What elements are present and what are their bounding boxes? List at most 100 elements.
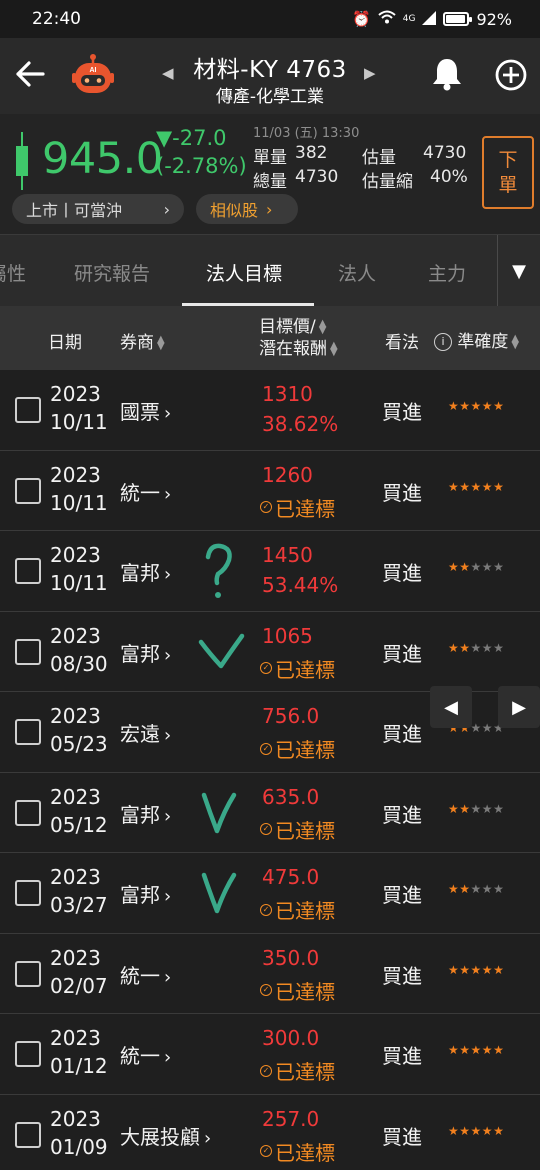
table-row[interactable]: 2023 10/11 富邦 › 1450 53.44% 買進 ★★★★★ [0,531,540,612]
add-watchlist-button[interactable] [494,58,528,92]
star-icon: ★ [448,801,460,816]
star-icon: ★ [448,1123,460,1138]
table-row[interactable]: 2023 10/11 統一 › 1260 ✓ 已達標 買進 ★★★★★ [0,450,540,531]
row-target-price: 1260 [262,462,313,487]
price-change-percent: (-2.78%) [156,154,247,178]
star-icon: ★ [481,801,494,816]
tab-institutional[interactable]: 法人 [338,259,376,286]
tab-institutional-targets[interactable]: 法人目標 [206,259,282,286]
robot-ai-label: AI [90,67,97,74]
col-broker-sort[interactable]: 券商 ▲ ▼ [120,328,165,353]
row-checkbox[interactable] [15,799,41,826]
table-row[interactable]: 2023 01/09 大展投顧 › 257.0 ✓ 已達標 買進 ★★★★★ [0,1094,540,1170]
row-achieved-badge: ✓ 已達標 [260,654,335,683]
star-icon: ★ [470,1043,482,1057]
sort-icon: ▲ ▼ [318,318,327,336]
more-tabs-button[interactable]: ▼ [497,235,540,307]
row-accuracy-stars: ★★★★★ [448,882,504,896]
market-type-chip[interactable]: 上市丨可當沖 › [12,194,184,224]
similar-stocks-chip[interactable]: 相似股 › [196,194,298,224]
star-icon: ★ [470,962,482,977]
handwritten-check-mark [196,787,240,843]
alert-button[interactable] [430,56,464,92]
back-button[interactable] [12,56,48,92]
row-broker-link[interactable]: 富邦 › [120,799,171,828]
row-broker-link[interactable]: 富邦 › [120,638,171,667]
row-broker-link[interactable]: 宏遠 › [120,718,171,747]
single-volume-value: 382 [295,143,328,163]
star-icon: ★ [481,1043,494,1057]
triangle-left-icon: ◀ [444,696,458,718]
check-circle-icon: ✓ [260,903,272,916]
row-year: 2023 [50,543,101,567]
row-date: 08/30 [50,651,108,676]
row-checkbox[interactable] [15,719,41,745]
row-broker-link[interactable]: 富邦 › [120,557,171,586]
market-type-label: 上市丨可當沖 [26,201,123,220]
col-date: 日期 [48,333,82,353]
total-volume-label: 總量 [253,172,287,192]
star-icon: ★ [493,1123,505,1138]
col-view: 看法 [385,333,419,353]
table-row[interactable]: 2023 01/12 統一 › 300.0 ✓ 已達標 買進 ★★★★★ [0,1014,540,1095]
tab-main-force[interactable]: 主力 [428,259,466,286]
info-icon[interactable]: i [434,333,452,351]
col-accuracy-sort[interactable]: i 準確度 ▲ ▼ [434,327,519,352]
scroll-right-button[interactable]: ▶ [498,686,540,728]
star-icon: ★ [470,882,482,896]
star-icon: ★ [493,560,505,574]
row-view: 買進 [382,883,422,907]
row-checkbox[interactable] [15,960,41,987]
quote-panel: 945.0 ▼-27.0 (-2.78%) 11/03 (五) 13:30 單量… [0,114,540,234]
scroll-left-button[interactable]: ◀ [430,686,472,728]
check-circle-icon: ✓ [260,662,272,674]
estimated-volume-label: 估量 [362,148,396,168]
table-row[interactable]: 2023 02/07 統一 › 350.0 ✓ 已達標 買進 ★★★★★ [0,933,540,1014]
battery-icon [443,12,473,26]
single-volume-label: 單量 [253,148,287,168]
row-broker-link[interactable]: 統一 › [120,1040,171,1069]
row-broker: 宏遠 [120,722,160,746]
row-date: 10/11 [50,571,108,595]
row-year: 2023 [50,1026,101,1050]
table-row[interactable]: 2023 08/30 富邦 › 1065 ✓ 已達標 買進 ★★★★★ [0,611,540,692]
col-target-sort[interactable]: 目標價/▲ ▼ 潛在報酬 ▲ ▼ [259,316,338,360]
robot-icon: AI [72,54,114,93]
row-achieved-label: 已達標 [275,496,335,521]
tab-attributes[interactable]: 屬性 [0,259,26,286]
star-icon: ★ [481,882,494,896]
check-circle-icon: ✓ [260,501,272,513]
row-achieved-label: 已達標 [275,899,335,923]
next-stock-button[interactable]: ▶ [364,64,376,82]
table-row[interactable]: 2023 05/12 富邦 › 635.0 ✓ 已達標 買進 ★★★★★ [0,772,540,853]
ai-robot-button[interactable]: AI [70,53,116,99]
table-row[interactable]: 2023 03/27 富邦 › 475.0 ✓ 已達標 買進 ★★★★★ [0,853,540,934]
stock-title: 材料-KY 4763 [193,57,347,83]
row-year: 2023 [50,1106,101,1131]
row-checkbox[interactable] [15,1041,41,1067]
row-broker-link[interactable]: 統一 › [120,960,171,989]
row-checkbox[interactable] [15,477,41,504]
row-checkbox[interactable] [15,397,41,423]
row-broker-link[interactable]: 富邦 › [120,879,171,908]
row-broker-link[interactable]: 國票 › [120,396,171,425]
star-icon: ★ [459,640,471,655]
order-button[interactable]: 下 單 [482,136,534,209]
row-year: 2023 [50,865,101,889]
star-icon: ★ [493,962,505,977]
row-achieved-label: 已達標 [275,657,335,682]
table-row[interactable]: 2023 10/11 國票 › 1310 38.62% 買進 ★★★★★ [0,370,540,451]
star-icon: ★ [448,1043,460,1057]
row-broker-link[interactable]: 大展投顧 › [120,1121,211,1150]
status-time: 22:40 [32,9,81,29]
row-checkbox[interactable] [15,1121,41,1148]
row-achieved-badge: ✓ 已達標 [260,815,335,844]
row-checkbox[interactable] [15,880,41,906]
star-icon: ★ [459,1123,471,1138]
row-broker: 富邦 [120,641,160,666]
row-broker-link[interactable]: 統一 › [120,477,171,506]
row-checkbox[interactable] [15,558,41,584]
row-checkbox[interactable] [15,638,41,665]
row-broker: 統一 [120,1044,160,1068]
tab-research-reports[interactable]: 研究報告 [74,259,150,286]
